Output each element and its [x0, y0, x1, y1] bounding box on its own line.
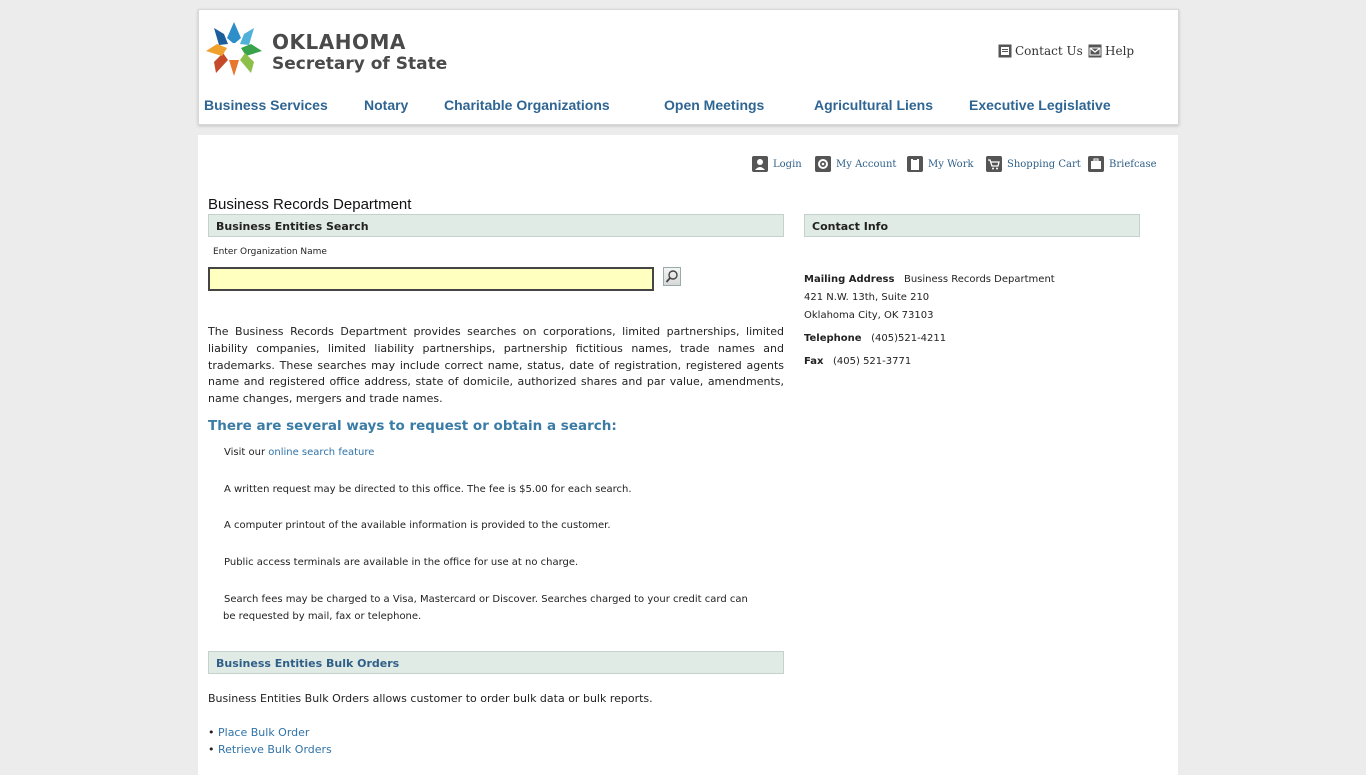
- department-description: The Business Records Department provides…: [208, 325, 784, 406]
- search-label: Enter Organization Name: [213, 247, 327, 257]
- briefcase-link[interactable]: Briefcase: [1088, 156, 1157, 172]
- nav-agricultural-liens[interactable]: Agricultural Liens: [814, 97, 933, 113]
- fax-line: Fax (405) 521-3771: [804, 356, 911, 367]
- my-work-label: My Work: [928, 158, 974, 170]
- mailing-address-name: Business Records Department: [903, 274, 1055, 285]
- fax-label: Fax: [804, 356, 824, 367]
- login-label: Login: [773, 158, 802, 170]
- bulk-orders-heading: Business Entities Bulk Orders: [208, 651, 784, 674]
- telephone-label: Telephone: [804, 333, 862, 344]
- place-bulk-order-link[interactable]: Place Bulk Order: [218, 726, 309, 739]
- place-bulk-order-item: • Place Bulk Order: [208, 726, 309, 739]
- shopping-cart-link[interactable]: Shopping Cart: [986, 156, 1081, 172]
- login-icon: [752, 156, 768, 172]
- clipboard-icon: [907, 156, 923, 172]
- help-label: Help: [1105, 44, 1135, 58]
- telephone-line: Telephone (405)521-4211: [804, 333, 946, 344]
- nav-open-meetings[interactable]: Open Meetings: [664, 97, 764, 113]
- way-visit-online: Visit our online search feature: [224, 444, 374, 461]
- bullet-icon: •: [208, 726, 215, 739]
- star-logo-icon: [206, 22, 262, 76]
- nav-notary[interactable]: Notary: [364, 97, 408, 113]
- site-logo[interactable]: OKLAHOMA Secretary of State: [204, 18, 454, 80]
- contact-us-label: Contact Us: [1015, 44, 1083, 58]
- my-account-link[interactable]: My Account: [815, 156, 896, 172]
- login-link[interactable]: Login: [752, 156, 802, 172]
- magnifier-icon: [665, 270, 678, 283]
- telephone-value: (405)521-4211: [871, 333, 947, 344]
- bullet-icon: •: [208, 743, 215, 756]
- way-credit-card: Search fees may be charged to a Visa, Ma…: [224, 594, 748, 605]
- organization-name-input[interactable]: [208, 267, 654, 291]
- way-public-terminals: Public access terminals are available in…: [224, 557, 579, 568]
- online-search-link[interactable]: online search feature: [268, 447, 374, 458]
- mailing-address-label: Mailing Address: [804, 274, 895, 285]
- main-panel: Login My Account My Work Shopping Cart B…: [198, 135, 1178, 775]
- logo-title: OKLAHOMA: [272, 30, 406, 54]
- fax-value: (405) 521-3771: [833, 356, 912, 367]
- logo-subtitle: Secretary of State: [272, 54, 448, 74]
- visit-prefix: Visit our: [224, 447, 266, 458]
- shopping-cart-label: Shopping Cart: [1007, 158, 1081, 170]
- contact-icon: [998, 44, 1012, 58]
- my-account-label: My Account: [836, 158, 897, 170]
- gear-icon: [815, 156, 831, 172]
- nav-charitable-organizations[interactable]: Charitable Organizations: [444, 97, 610, 113]
- bulk-orders-description: Business Entities Bulk Orders allows cus…: [208, 692, 653, 705]
- search-section-heading: Business Entities Search: [208, 214, 784, 237]
- nav-executive-legislative[interactable]: Executive Legislative: [969, 97, 1111, 113]
- contact-info-heading: Contact Info: [804, 214, 1140, 237]
- search-button[interactable]: [663, 267, 681, 286]
- address-line-1: 421 N.W. 13th, Suite 210: [804, 292, 930, 303]
- address-line-2: Oklahoma City, OK 73103: [804, 310, 934, 321]
- cart-icon: [986, 156, 1002, 172]
- briefcase-label: Briefcase: [1109, 158, 1157, 170]
- my-work-link[interactable]: My Work: [907, 156, 974, 172]
- way-computer-printout: A computer printout of the available inf…: [224, 520, 611, 531]
- mailing-address-line: Mailing Address Business Records Departm…: [804, 274, 1055, 285]
- way-credit-card-cont: be requested by mail, fax or telephone.: [223, 611, 422, 622]
- ways-heading: There are several ways to request or obt…: [208, 418, 617, 434]
- help-link[interactable]: Help: [1088, 44, 1134, 58]
- page-title: Business Records Department: [208, 196, 412, 213]
- contact-us-link[interactable]: Contact Us: [998, 44, 1083, 58]
- briefcase-icon: [1088, 156, 1104, 172]
- nav-business-services[interactable]: Business Services: [204, 97, 328, 113]
- retrieve-bulk-orders-link[interactable]: Retrieve Bulk Orders: [218, 743, 332, 756]
- retrieve-bulk-orders-item: • Retrieve Bulk Orders: [208, 743, 332, 756]
- site-header: OKLAHOMA Secretary of State Contact Us H…: [198, 9, 1179, 125]
- mail-help-icon: [1088, 44, 1102, 58]
- way-written-request: A written request may be directed to thi…: [224, 484, 632, 495]
